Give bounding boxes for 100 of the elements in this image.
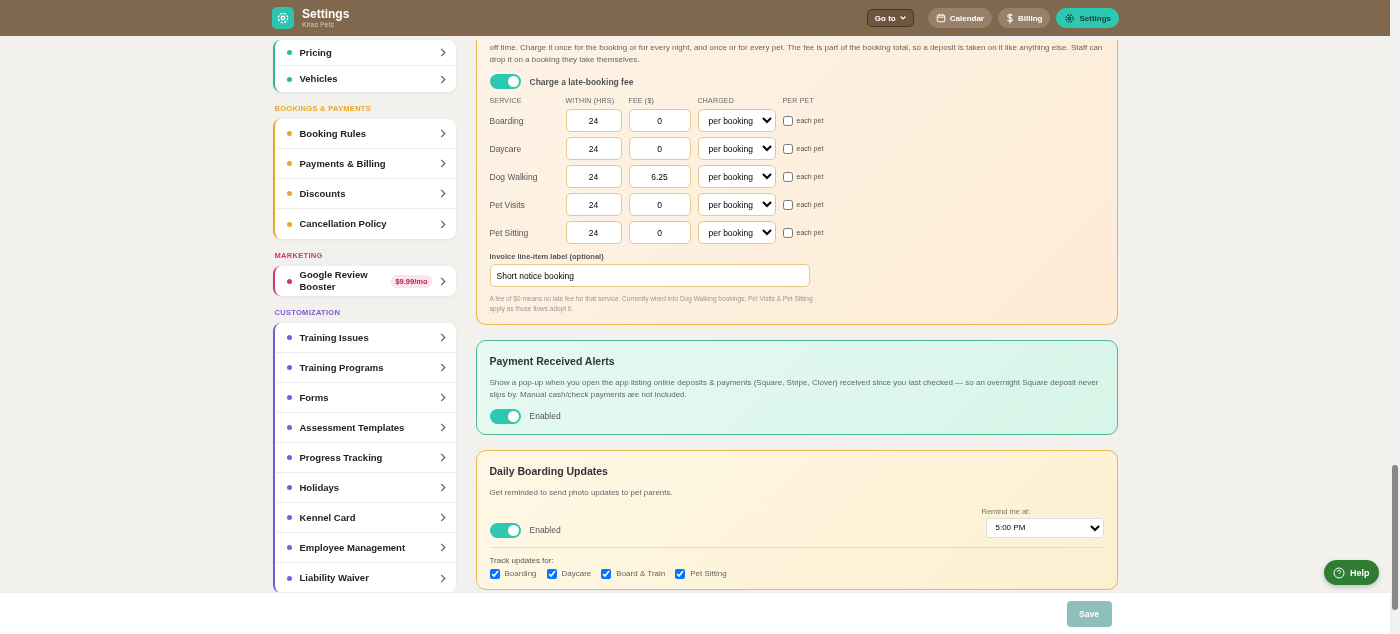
chevron-icon (439, 363, 446, 372)
sidebar-item[interactable]: Kennel Card (274, 503, 456, 533)
nav-button[interactable]: Settings (1056, 8, 1119, 28)
description-text: Show a pop-up when you open the app listing online deposits & payments (Square, Stripe, Clover) received since you last checked — so an overnight Square deposit never slips by. Manual cash/check payments are not included. (489, 376, 1100, 401)
chevron-icon (439, 483, 446, 492)
hours-input[interactable]: 24 (565, 193, 622, 216)
service-name: Dog Walking (489, 171, 539, 182)
service-checkbox[interactable] (601, 568, 612, 579)
service-name: Boarding (489, 115, 525, 126)
chevron-icon (439, 159, 446, 168)
item-label: Progress Tracking (299, 451, 384, 464)
per-pet-checkbox[interactable] (782, 115, 793, 126)
label-input[interactable]: Short notice booking (489, 264, 810, 287)
item-label: Payments & Billing (299, 157, 387, 170)
description-text: Get reminded to send photo updates to pet parents. (489, 486, 674, 499)
fee-input[interactable]: 6.25 (628, 165, 691, 188)
service-name: Pet Sitting (489, 227, 530, 238)
item-label: Assessment Templates (299, 421, 406, 434)
dollar-icon (1006, 12, 1014, 24)
sidebar-item[interactable]: Employee Management (274, 533, 456, 563)
sidebar-item[interactable]: Holidays (274, 473, 456, 503)
service-checkbox[interactable] (675, 568, 686, 579)
fee-input[interactable]: 0 (628, 221, 691, 244)
sidebar-item[interactable]: Liability Waiver (274, 563, 456, 592)
item-label: Kennel Card (299, 511, 357, 524)
chevron-icon (439, 189, 446, 198)
item-label: Vehicles (299, 73, 339, 85)
toggle-label: Enabled (529, 411, 561, 421)
toggle-switch[interactable] (489, 408, 521, 424)
item-label: Google Review Booster (299, 269, 369, 293)
charge-select[interactable]: per booking (697, 109, 776, 132)
settings-icon (1064, 12, 1076, 24)
nav-button[interactable]: Billing (998, 8, 1051, 28)
sidebar-item[interactable]: Discounts (274, 179, 456, 209)
checkbox-label: Pet Sitting (690, 569, 727, 578)
sidebar-item[interactable]: Booking Rules (274, 119, 456, 149)
card-title: Daily Boarding Updates (489, 464, 609, 477)
chevron-icon (439, 573, 446, 583)
description-text: off time. Charge it once for the booking or for every night, and once or for every pet. The fee is part of the booking total, so a deposit is taken on it like anything else. Staff can drop it on a booking they take themselves. (489, 42, 1104, 66)
sidebar-item[interactable]: Training Programs (274, 353, 456, 383)
hours-input[interactable]: 24 (565, 109, 622, 132)
charge-select[interactable]: per booking (697, 221, 776, 244)
chevron-icon (439, 219, 446, 229)
sidebar-item[interactable]: Cancellation Policy (274, 209, 456, 239)
toggle-switch[interactable] (489, 522, 521, 538)
item-label: Holidays (299, 481, 341, 494)
chevron-icon (439, 423, 446, 432)
fee-input[interactable]: 0 (628, 109, 691, 132)
service-checkbox[interactable] (489, 568, 500, 579)
charge-select[interactable]: per booking (697, 137, 776, 160)
app-title: Settings (302, 8, 350, 21)
fee-input[interactable]: 0 (628, 193, 691, 216)
chevron-icon (439, 513, 446, 522)
hours-input[interactable]: 24 (565, 165, 622, 188)
item-label: Training Issues (299, 331, 370, 344)
chevron-icon (439, 543, 446, 552)
item-label: Training Programs (299, 361, 385, 374)
chevron-icon (439, 48, 446, 57)
service-checkbox[interactable] (546, 568, 557, 579)
item-label: Employee Management (299, 541, 407, 554)
gear-icon (272, 7, 294, 29)
sidebar-item[interactable]: Forms (274, 383, 456, 413)
chevron-icon (439, 276, 446, 286)
sidebar-item[interactable]: Vehicles (274, 66, 456, 92)
hours-input[interactable]: 24 (565, 221, 622, 244)
item-label: Pricing (299, 46, 333, 59)
fee-input[interactable]: 0 (628, 137, 691, 160)
chevron-icon (439, 453, 446, 462)
per-pet-checkbox[interactable] (782, 143, 793, 154)
field-label: Track updates for: (489, 555, 555, 565)
sidebar-item[interactable]: Payments & Billing (274, 149, 456, 179)
per-pet-checkbox[interactable] (782, 227, 793, 238)
item-label: Booking Rules (299, 127, 367, 140)
help-button[interactable]: Help (1324, 560, 1379, 585)
checkbox-label: Boarding (504, 569, 537, 578)
sidebar-item[interactable]: Pricing (274, 40, 456, 66)
caret-icon (899, 16, 906, 20)
charge-select[interactable]: per booking (697, 165, 776, 188)
per-pet-checkbox[interactable] (782, 199, 793, 210)
chevron-icon (439, 129, 446, 138)
chevron-icon (439, 393, 446, 402)
item-label: Discounts (299, 187, 347, 200)
checkbox-label: Daycare (561, 569, 592, 578)
per-pet-checkbox[interactable] (782, 171, 793, 182)
charge-select[interactable]: per booking (697, 193, 776, 216)
toggle-label: Enabled (529, 525, 561, 535)
goto-dropdown[interactable]: Go to (866, 9, 914, 27)
calendar-icon (935, 13, 946, 23)
sidebar-item[interactable]: Progress Tracking (274, 443, 456, 473)
item-label: Liability Waiver (299, 572, 370, 584)
time-select[interactable]: 5:00 PM (985, 517, 1104, 538)
sidebar-item[interactable]: Training Issues (274, 323, 456, 353)
service-name: Pet Visits (489, 199, 526, 210)
toggle-label: Charge a late-booking fee (529, 76, 634, 87)
nav-button[interactable]: Calendar (927, 8, 992, 28)
chevron-icon (439, 333, 446, 342)
toggle-switch[interactable] (489, 74, 521, 89)
sidebar-item[interactable]: Assessment Templates (274, 413, 456, 443)
hours-input[interactable]: 24 (565, 137, 622, 160)
item-label: Forms (299, 391, 330, 404)
